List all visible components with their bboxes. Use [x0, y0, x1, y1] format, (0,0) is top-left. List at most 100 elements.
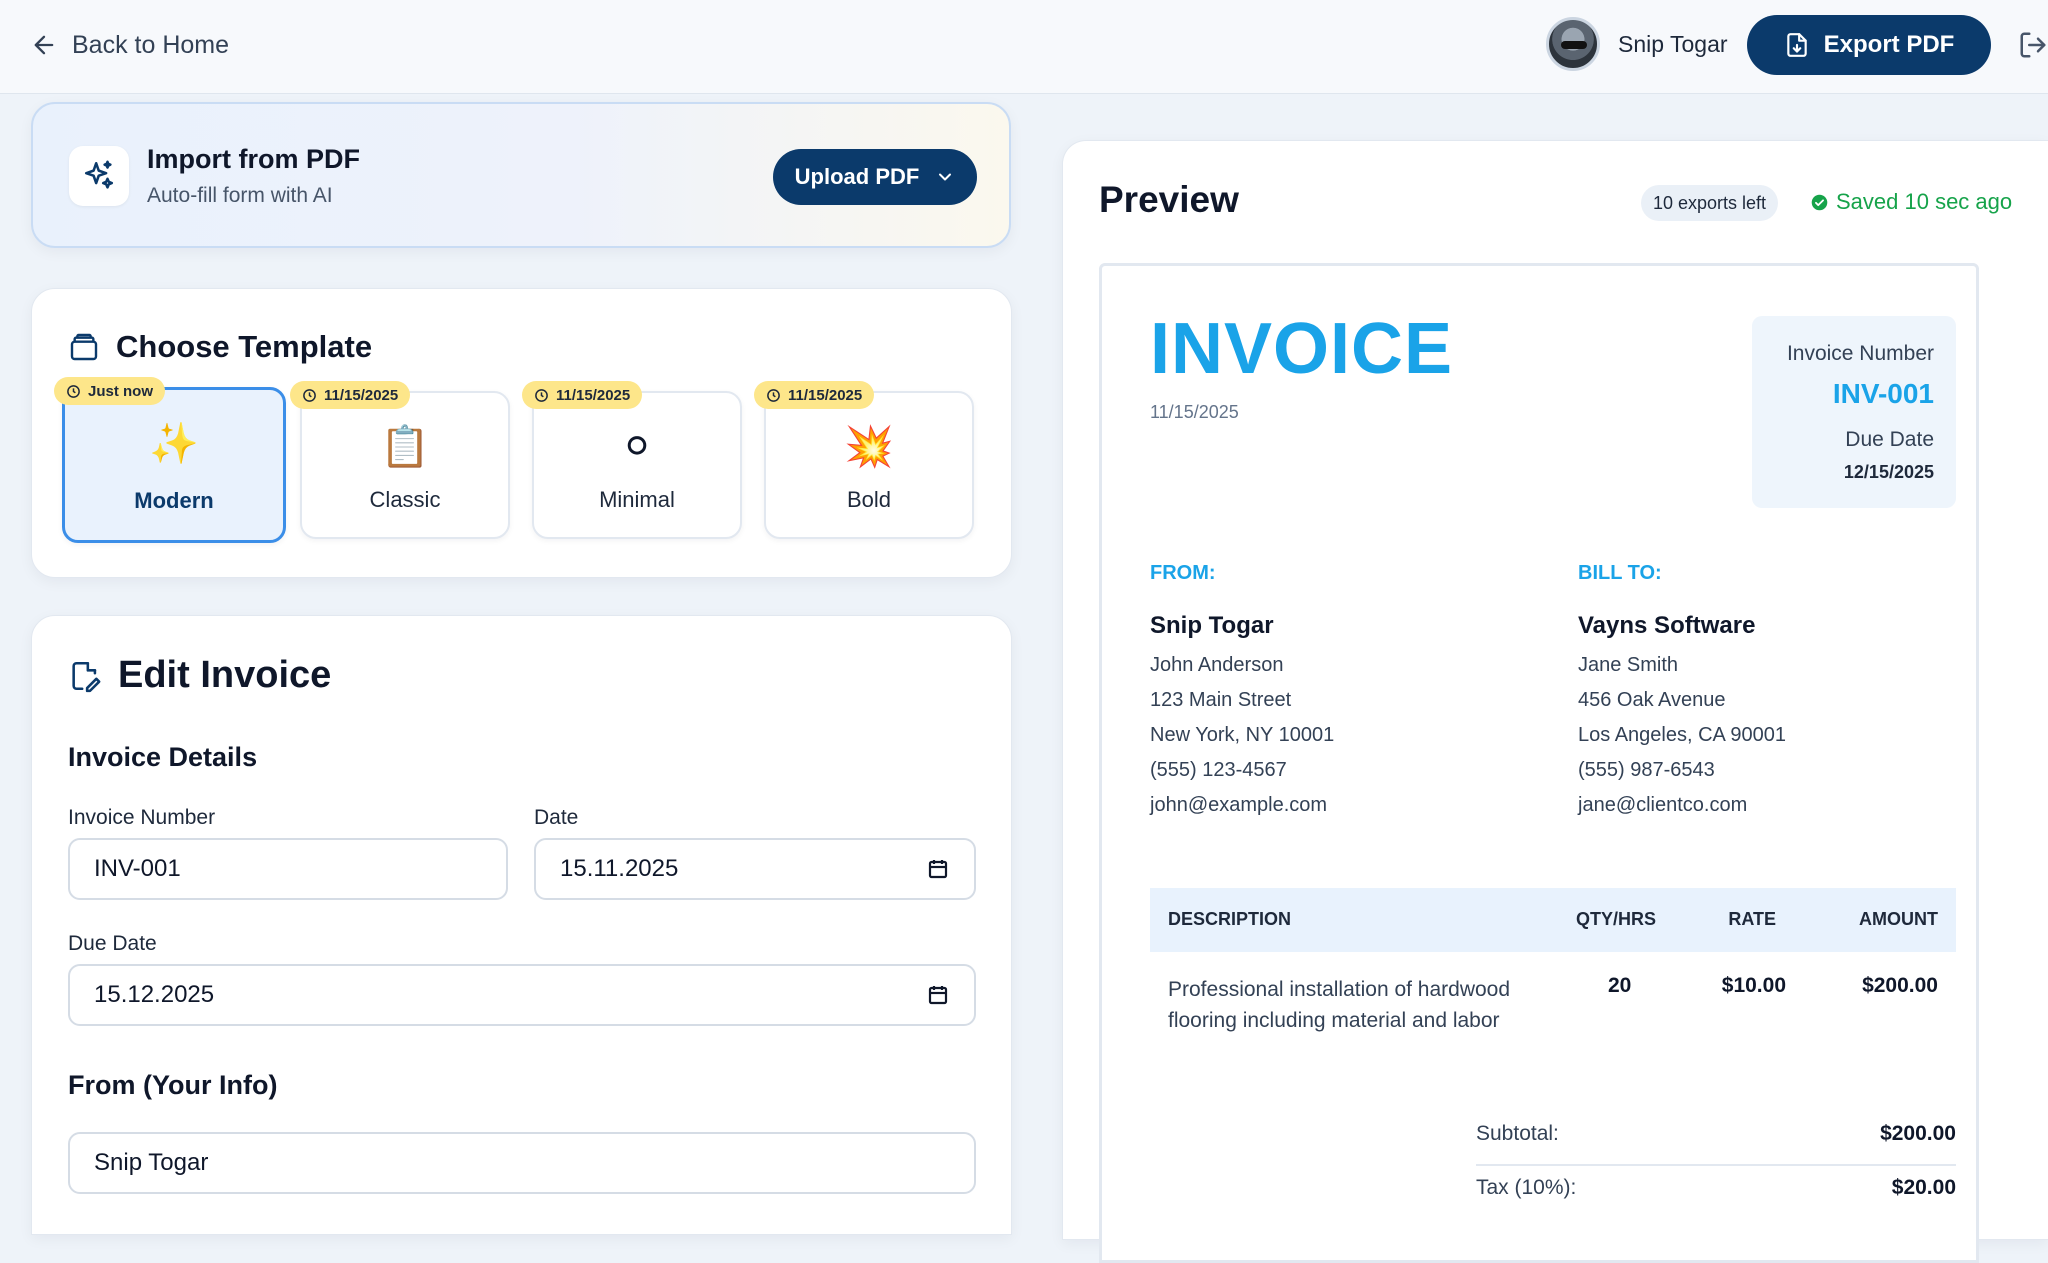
template-badge: 11/15/2025 [754, 381, 875, 409]
from-your-info-title: From (Your Info) [68, 1070, 278, 1100]
from-phone: (555) 123-4567 [1150, 759, 1287, 781]
bill-to-contact: Jane Smith [1578, 654, 1679, 676]
user-menu[interactable]: Snip Togar [1546, 17, 1728, 71]
calendar-icon[interactable] [926, 857, 950, 881]
items-table-header: DESCRIPTION QTY/HRS RATE AMOUNT [1150, 888, 1956, 952]
bill-to-title: BILL TO: [1578, 562, 1662, 584]
due-date-value: 12/15/2025 [1843, 462, 1934, 482]
from-city: New York, NY 10001 [1150, 724, 1335, 746]
column-qty: QTY/HRS [1576, 909, 1657, 929]
template-badge: 11/15/2025 [290, 381, 411, 409]
invoice-number-input[interactable]: INV-001 [68, 838, 508, 900]
clipboard-emoji-icon: 📋 [380, 425, 430, 469]
choose-template-heading: Choose Template [68, 329, 372, 365]
template-name: Minimal [599, 487, 675, 512]
template-bold[interactable]: 💥 Bold [764, 391, 974, 539]
date-input[interactable]: 15.11.2025 [534, 838, 976, 900]
template-name: Bold [846, 487, 892, 512]
invoice-number-caption: Invoice Number [1786, 342, 1934, 365]
preview-title: Preview [1099, 179, 1239, 220]
bill-to-city: Los Angeles, CA 90001 [1578, 724, 1786, 746]
logout-icon[interactable] [2018, 30, 2048, 60]
date-label: Date [534, 806, 579, 829]
item-description: Professional installation of hardwood fl… [1168, 978, 1511, 1032]
item-amount: $200.00 [1862, 974, 1938, 997]
import-from-pdf-card: Import from PDF Auto-fill form with AI U… [31, 102, 1011, 248]
template-minimal[interactable]: ⚪ Minimal [532, 391, 742, 539]
sparkles-emoji-icon: ✨ [149, 422, 199, 466]
tax-row: Tax (10%): $20.00 [1476, 1166, 1956, 1218]
tax-label: Tax (10%): [1476, 1176, 1577, 1199]
column-description: DESCRIPTION [1168, 909, 1292, 929]
bill-to-email: jane@clientco.com [1578, 794, 1748, 816]
item-rate: $10.00 [1721, 974, 1786, 997]
sparkles-icon [69, 146, 129, 206]
template-badge: Just now [54, 377, 166, 405]
from-email: john@example.com [1150, 794, 1328, 816]
edit-invoice-heading: Edit Invoice [68, 654, 331, 697]
invoice-number-box: Invoice Number INV-001 Due Date 12/15/20… [1752, 316, 1956, 508]
preview-card: Preview 10 exports left Saved 10 sec ago… [1062, 140, 2048, 1263]
arrow-left-icon [34, 35, 54, 55]
template-name: Classic [369, 487, 441, 512]
invoice-number-label: Invoice Number [68, 806, 216, 829]
clock-icon [67, 384, 80, 398]
back-label: Back to Home [72, 30, 230, 59]
invoice-details-title: Invoice Details [68, 742, 258, 772]
upload-pdf-label: Upload PDF [794, 164, 920, 189]
circle-emoji-icon: ⚪ [620, 425, 654, 469]
due-date-input[interactable]: 15.12.2025 [68, 964, 976, 1026]
calendar-icon[interactable] [926, 983, 950, 1007]
template-badge: 11/15/2025 [522, 381, 643, 409]
template-name: Modern [134, 488, 214, 513]
subtotal-value: $200.00 [1880, 1122, 1956, 1145]
due-date-caption: Due Date [1845, 428, 1934, 451]
from-street: 123 Main Street [1150, 689, 1292, 711]
import-title: Import from PDF [147, 144, 360, 174]
invoice-number-value: INV-001 [1832, 378, 1934, 409]
invoice-sheet: INVOICE 11/15/2025 Invoice Number INV-00… [1099, 263, 1979, 1263]
template-classic[interactable]: 📋 Classic [300, 391, 510, 539]
user-name: Snip Togar [1618, 30, 1728, 57]
choose-template-card: Choose Template ✨ Modern Just now 📋 Clas… [31, 288, 1012, 578]
bill-to-street: 456 Oak Avenue [1578, 689, 1726, 711]
from-title: FROM: [1150, 562, 1216, 584]
bill-to-name: Vayns Software [1578, 612, 1756, 639]
upload-pdf-button[interactable]: Upload PDF [773, 149, 977, 205]
invoice-date: 11/15/2025 [1150, 402, 1239, 422]
chevron-down-icon [939, 173, 952, 181]
clock-icon [303, 388, 316, 402]
bill-to-phone: (555) 987-6543 [1578, 759, 1715, 781]
column-rate: RATE [1728, 909, 1776, 929]
avatar[interactable] [1546, 17, 1600, 71]
export-pdf-label: Export PDF [1823, 31, 1955, 58]
export-pdf-button[interactable]: Export PDF [1747, 15, 1991, 75]
import-subtitle: Auto-fill form with AI [147, 184, 333, 207]
totals-block: Subtotal: $200.00 Tax (10%): $20.00 [1476, 1112, 1956, 1218]
tax-value: $20.00 [1891, 1176, 1956, 1199]
edit-invoice-card: Edit Invoice Invoice Details Invoice Num… [31, 615, 1012, 1235]
bill-to-block: BILL TO: Vayns Software Jane Smith 456 O… [1578, 562, 1786, 829]
from-block: FROM: Snip Togar John Anderson 123 Main … [1150, 562, 1334, 829]
edit-invoice-title: Edit Invoice [118, 654, 332, 696]
item-qty: 20 [1608, 974, 1632, 997]
file-download-icon [1786, 33, 1807, 57]
from-contact: John Anderson [1150, 654, 1284, 676]
due-date-label: Due Date [68, 932, 157, 955]
template-modern[interactable]: ✨ Modern [62, 387, 286, 543]
top-bar: Back to Home Snip Togar Export PDF [0, 0, 2048, 94]
exports-left-badge: 10 exports left [1641, 185, 1779, 221]
back-to-home-link[interactable]: Back to Home [30, 26, 229, 64]
saved-status: Saved 10 sec ago [1811, 189, 2012, 215]
column-amount: AMOUNT [1859, 909, 1938, 929]
collision-emoji-icon: 💥 [844, 425, 894, 469]
choose-template-title: Choose Template [116, 329, 373, 364]
clock-icon [767, 388, 780, 402]
subtotal-row: Subtotal: $200.00 [1476, 1112, 1956, 1164]
clock-icon [535, 388, 548, 402]
check-circle-icon [1811, 194, 1828, 210]
edit-document-icon [72, 661, 101, 692]
subtotal-label: Subtotal: [1476, 1122, 1559, 1145]
table-row: Professional installation of hardwood fl… [1150, 952, 1956, 1062]
layers-icon [70, 333, 98, 361]
